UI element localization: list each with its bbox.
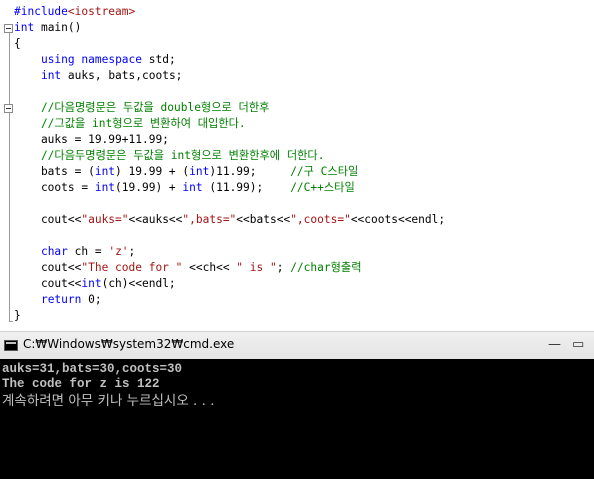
cmd-title-bar[interactable]: C:₩Windows₩system32₩cmd.exe — ▭ bbox=[0, 331, 594, 359]
code-token: namespace bbox=[81, 53, 143, 66]
code-token: ",coots=" bbox=[290, 213, 351, 226]
code-line[interactable]: cout<<"The code for " <<ch<< " is "; //c… bbox=[14, 260, 362, 276]
code-editor[interactable]: #include<iostream> int main(){ using name… bbox=[0, 0, 594, 330]
code-token: <<ch<< bbox=[182, 261, 237, 274]
cmd-window-title: C:₩Windows₩system32₩cmd.exe bbox=[23, 337, 235, 351]
collapse-comment-icon[interactable] bbox=[4, 104, 13, 113]
code-line[interactable]: cout<<int(ch)<<endl; bbox=[14, 276, 176, 292]
code-token: auks, bats,coots; bbox=[61, 69, 183, 82]
code-token: //다음명령문은 두값을 double형으로 더한후 bbox=[14, 101, 270, 114]
code-line[interactable]: bats = (int) 19.99 + (int)11.99; //구 C스타… bbox=[14, 164, 358, 180]
code-line[interactable]: } bbox=[14, 308, 21, 324]
code-line[interactable]: //다음두명령문은 두값을 int형으로 변환한후에 더한다. bbox=[14, 148, 325, 164]
code-token: int bbox=[182, 181, 203, 194]
code-token: (ch)<<endl; bbox=[101, 277, 176, 290]
code-token: " is " bbox=[236, 261, 277, 274]
code-token: "The code for " bbox=[81, 261, 183, 274]
code-token: int bbox=[94, 181, 116, 194]
code-token: //다음두명령문은 두값을 int형으로 변환한후에 더한다. bbox=[14, 149, 325, 162]
code-token: bats = ( bbox=[14, 165, 95, 178]
code-line[interactable]: #include<iostream> bbox=[14, 4, 135, 20]
code-token: //그값을 int형으로 변환하여 대입한다. bbox=[14, 117, 246, 130]
code-line[interactable]: char ch = 'z'; bbox=[14, 244, 135, 260]
code-token: { bbox=[14, 37, 21, 50]
code-token: )11.99; bbox=[209, 165, 291, 178]
code-line[interactable]: //그값을 int형으로 변환하여 대입한다. bbox=[14, 116, 246, 132]
code-token: coots = bbox=[14, 181, 95, 194]
code-token: ; bbox=[128, 245, 136, 258]
code-token: auks = 19.99+11.99; bbox=[14, 133, 169, 146]
code-token: //구 C스타일 bbox=[290, 165, 359, 178]
code-token: cout<< bbox=[14, 213, 82, 226]
code-token: ",bats=" bbox=[182, 213, 237, 226]
code-token: 'z' bbox=[108, 245, 129, 258]
fold-end-tick bbox=[9, 321, 13, 322]
code-line[interactable]: int auks, bats,coots; bbox=[14, 68, 182, 84]
maximize-icon[interactable]: ▭ bbox=[572, 337, 584, 352]
code-token: cout<< bbox=[14, 277, 82, 290]
code-token: 0; bbox=[81, 293, 102, 306]
code-token: ; bbox=[276, 261, 291, 274]
code-token: <<coots<<endl; bbox=[350, 213, 446, 226]
code-line[interactable]: using namespace std; bbox=[14, 52, 176, 68]
code-token: <<bats<< bbox=[236, 213, 291, 226]
code-token: //char형출력 bbox=[290, 261, 362, 274]
code-line[interactable]: { bbox=[14, 36, 21, 52]
code-token: //C++스타일 bbox=[290, 181, 355, 194]
code-token: ch = bbox=[67, 245, 109, 258]
console-output[interactable]: auks=31,bats=30,coots=30 The code for z … bbox=[0, 359, 594, 479]
code-token: <<auks<< bbox=[128, 213, 183, 226]
code-token: return bbox=[40, 293, 82, 306]
code-line[interactable]: auks = 19.99+11.99; bbox=[14, 132, 169, 148]
console-icon bbox=[4, 340, 18, 351]
collapse-main-icon[interactable] bbox=[4, 24, 13, 33]
code-token: int bbox=[40, 69, 62, 82]
code-token: <iostream> bbox=[67, 5, 136, 18]
code-token: (11.99); bbox=[202, 181, 291, 194]
code-token: char bbox=[40, 245, 68, 258]
output-line: The code for z is 122 bbox=[2, 377, 160, 391]
code-token: int bbox=[81, 277, 102, 290]
code-line[interactable]: int main() bbox=[14, 20, 81, 36]
code-line[interactable]: coots = int(19.99) + int (11.99); //C++스… bbox=[14, 180, 355, 196]
code-line[interactable]: //다음명령문은 두값을 double형으로 더한후 bbox=[14, 100, 269, 116]
code-token: } bbox=[14, 309, 21, 322]
code-token: "auks=" bbox=[81, 213, 129, 226]
code-token: #include bbox=[14, 5, 68, 18]
code-line[interactable]: return 0; bbox=[14, 292, 102, 308]
code-token: using bbox=[40, 53, 75, 66]
code-line[interactable]: cout<<"auks="<<auks<<",bats="<<bats<<",c… bbox=[14, 212, 445, 228]
code-token: main() bbox=[34, 21, 82, 34]
code-token: int bbox=[94, 165, 116, 178]
code-token: (19.99) + bbox=[115, 181, 183, 194]
press-any-key-prompt: 계속하려면 아무 키나 누르십시오 . . . bbox=[2, 393, 215, 409]
fold-guide-main bbox=[9, 31, 10, 321]
output-line: auks=31,bats=30,coots=30 bbox=[2, 362, 183, 376]
code-token: int bbox=[14, 21, 35, 34]
code-token: int bbox=[189, 165, 210, 178]
code-token: cout<< bbox=[14, 261, 82, 274]
minimize-icon[interactable]: — bbox=[548, 337, 561, 352]
code-token: std; bbox=[142, 53, 176, 66]
code-token: ) 19.99 + ( bbox=[115, 165, 190, 178]
